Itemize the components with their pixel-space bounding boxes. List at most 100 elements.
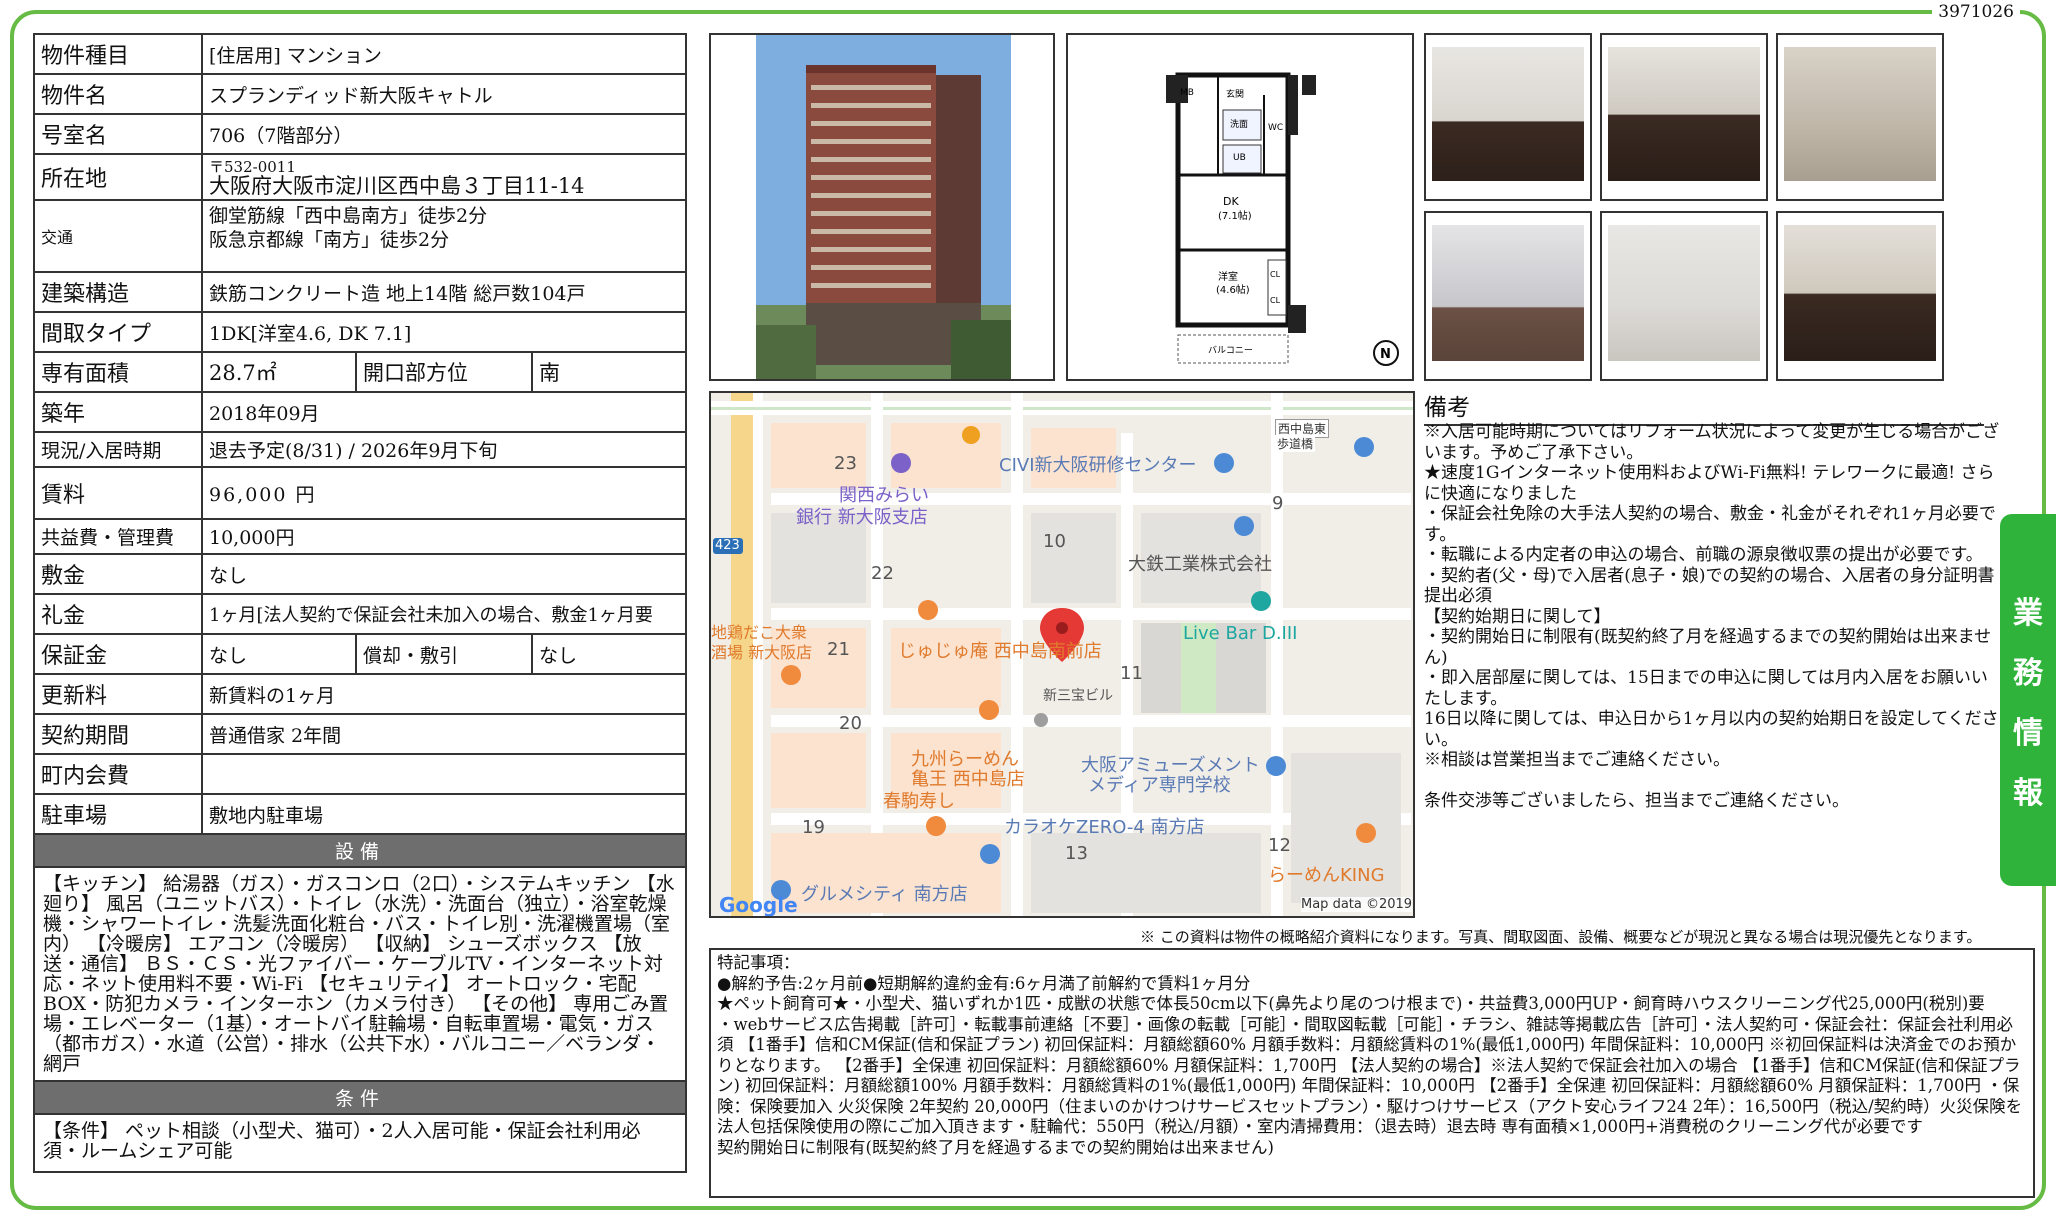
notes-line: 契約開始日に制限有(既契約終了月を経過するまでの契約開始は出来ません) — [717, 1137, 1274, 1157]
map-label-bridge-2: 歩道橋 — [1275, 435, 1316, 452]
remarks-line: ・契約開始日に制限有(既契約終了月を経過するまでの契約開始は出来ません) — [1424, 627, 1992, 668]
town-fee-label: 町内会費 — [33, 753, 203, 795]
restaurant-icon-2 — [781, 665, 801, 685]
conditions-text: 【条件】 ペット相談（小型犬、猫可）・2人入居可能・保証会社利用必須・ルームシェ… — [33, 1113, 687, 1173]
bank-icon — [891, 453, 911, 473]
side-tab-char: 業 — [2013, 596, 2043, 631]
map-block-22: 22 — [871, 563, 894, 584]
built-value: 2018年09月 — [201, 391, 687, 433]
map-block-11: 11 — [1120, 663, 1143, 684]
notes-line: ●解約予告:2ヶ月前●短期解約違約金有:6ヶ月満了前解約で賃料1ヶ月分 — [717, 973, 1251, 993]
school-icon — [1214, 453, 1234, 473]
fp-room-size: (4.6帖) — [1216, 283, 1250, 296]
business-info-tab[interactable]: 業 務 情 報 — [2000, 514, 2056, 886]
status-value: 退去予定(8/31) / 2026年9月下旬 — [201, 431, 687, 468]
fp-room-label: 洋室 — [1218, 270, 1238, 283]
transit-line-2: 阪急京都線「南方」徒歩2分 — [209, 229, 450, 251]
fp-balcony-label: バルコニー — [1208, 345, 1253, 356]
remarks-title: 備考 — [1424, 388, 1984, 426]
school-icon-3 — [1266, 756, 1286, 776]
map-label-kansai-2: 銀行 新大阪支店 — [796, 507, 928, 528]
room-label: 号室名 — [33, 113, 203, 155]
interior-photo-3 — [1776, 33, 1944, 201]
area-label: 専有面積 — [33, 351, 203, 393]
map-label-harukoma: 春駒寿し — [883, 791, 955, 812]
interior-photo-1 — [1424, 33, 1592, 201]
place-icon — [1234, 516, 1254, 536]
town-fee-value — [201, 753, 687, 795]
remarks-body: ※入居可能時期についてはリフォーム状況によって変更が生じる場合がございます。予め… — [1424, 422, 2004, 811]
map-label-daitetsu: 大鉄工業株式会社 — [1128, 554, 1272, 575]
poi-icon — [962, 426, 980, 444]
type-label: 物件種目 — [33, 33, 203, 75]
facilities-text: 【キッチン】 給湯器（ガス）・ガスコンロ（2口）・システムキッチン 【水廻り】 … — [33, 866, 687, 1082]
deposit-label: 敷金 — [33, 553, 203, 595]
layout-label: 間取タイプ — [33, 311, 203, 353]
interior-photo-6 — [1776, 211, 1944, 381]
guarantee-label: 保証金 — [33, 633, 203, 675]
restaurant-icon-4 — [926, 816, 946, 836]
notes-line: ・webサービス広告掲載［許可］・転載事前連絡［不要］・画像の転載［可能］・間取… — [717, 1014, 2023, 1137]
remarks-line: ・契約者(父・母)で入居者(息子・娘)での契約の場合、入居者の身分証明書提出必須 — [1424, 565, 1995, 607]
name-label: 物件名 — [33, 73, 203, 115]
fee-value: 10,000円 — [201, 518, 687, 555]
fp-dk-size: (7.1帖) — [1218, 209, 1252, 222]
remarks-line: ※入居可能時期についてはリフォーム状況によって変更が生じる場合がございます。予め… — [1424, 422, 2000, 463]
map-block-10: 10 — [1043, 531, 1066, 552]
map-attribution: Map data ©2019 — [1301, 897, 1413, 912]
remarks-line: ・転職による内定者の申込の場合、前職の源泉徴収票の提出が必要です。 — [1424, 545, 1983, 565]
structure-label: 建築構造 — [33, 271, 203, 313]
property-spec-table: 物件種目 [住居用] マンション 物件名 スプランディッド新大阪キャトル 号室名… — [33, 33, 687, 1173]
fp-cl2-label: CL — [1270, 296, 1281, 305]
keymoney-value: 1ヶ月[法人契約で保証会社未加入の場合、敷金1ヶ月要 — [201, 593, 687, 635]
room-value: 706（7階部分） — [201, 113, 687, 155]
parking-value: 敷地内駐車場 — [201, 793, 687, 835]
restaurant-icon — [918, 600, 938, 620]
special-notes: 特記事項： ●解約予告:2ヶ月前●短期解約違約金有:6ヶ月満了前解約で賃料1ヶ月… — [709, 948, 2035, 1198]
address-label: 所在地 — [33, 153, 203, 201]
renewal-label: 更新料 — [33, 673, 203, 715]
renewal-value: 新賃料の1ヶ月 — [201, 673, 687, 715]
fp-north-label: N — [1380, 347, 1391, 362]
contract-value: 普通借家 2年間 — [201, 713, 687, 755]
side-tab-char: 務 — [2013, 656, 2043, 691]
remarks-line: 【契約始期日に関して】 — [1424, 606, 1611, 627]
map-label-civi: CIVI新大阪研修センター — [999, 455, 1197, 476]
rent-label: 賃料 — [33, 466, 203, 520]
remarks-line: ・保証会社免除の大手法人契約の場合、敷金・礼金がそれぞれ1ヶ月必要です。 — [1424, 504, 1996, 545]
document-id: 3971026 — [1932, 2, 2020, 22]
fp-mb-label: MB — [1180, 88, 1194, 98]
map-label-amuse-2: メディア専門学校 — [1088, 775, 1231, 796]
transit-line-1: 御堂筋線「西中島南方」徒歩2分 — [209, 205, 488, 227]
fp-dk-label: DK — [1223, 195, 1239, 208]
parking-label: 駐車場 — [33, 793, 203, 835]
map-block-23: 23 — [834, 453, 857, 474]
opening-label: 開口部方位 — [355, 351, 533, 393]
restaurant-icon-3 — [979, 700, 999, 720]
name-value: スプランディッド新大阪キャトル — [201, 73, 687, 115]
type-value: [住居用] マンション — [201, 33, 687, 75]
fp-wash-label: 洗面 — [1230, 118, 1248, 130]
fp-ub-label: UB — [1233, 153, 1246, 163]
map-label-gourmet: グルメシティ 南方店 — [801, 884, 968, 905]
karaoke-icon — [980, 844, 1000, 864]
restaurant-icon-5 — [1356, 823, 1376, 843]
structure-value: 鉄筋コンクリート造 地上14階 総戸数104戸 — [201, 271, 687, 313]
school-icon-2 — [1354, 437, 1374, 457]
area-value: 28.7㎡ — [201, 351, 357, 393]
facilities-heading: 設備 — [33, 833, 687, 868]
route-label: 423 — [715, 538, 740, 553]
transit-label: 交通 — [33, 199, 203, 273]
building-photo — [709, 33, 1055, 381]
map-block-12: 12 — [1268, 835, 1291, 856]
location-map[interactable]: 423 23 9 10 22 21 11 20 19 13 12 CIVI新大阪… — [709, 391, 1415, 918]
floor-plan: MB 玄関 洗面 UB WC DK (7.1帖) 洋室 (4.6帖) CL CL… — [1066, 33, 1414, 381]
guarantee-value: なし — [201, 633, 357, 675]
conditions-heading: 条件 — [33, 1080, 687, 1115]
contract-label: 契約期間 — [33, 713, 203, 755]
remarks-line: ※相談は営業担当までご連絡ください。 — [1424, 750, 1730, 770]
remarks-line: 条件交渉等ございましたら、担当までご連絡ください。 — [1424, 790, 1849, 811]
disclaimer: ※ この資料は物件の概略紹介資料になります。写真、間取図面、設備、概要などが現況… — [1140, 928, 1982, 946]
amortization-label: 償却・敷引 — [355, 633, 533, 675]
map-block-19: 19 — [802, 817, 825, 838]
